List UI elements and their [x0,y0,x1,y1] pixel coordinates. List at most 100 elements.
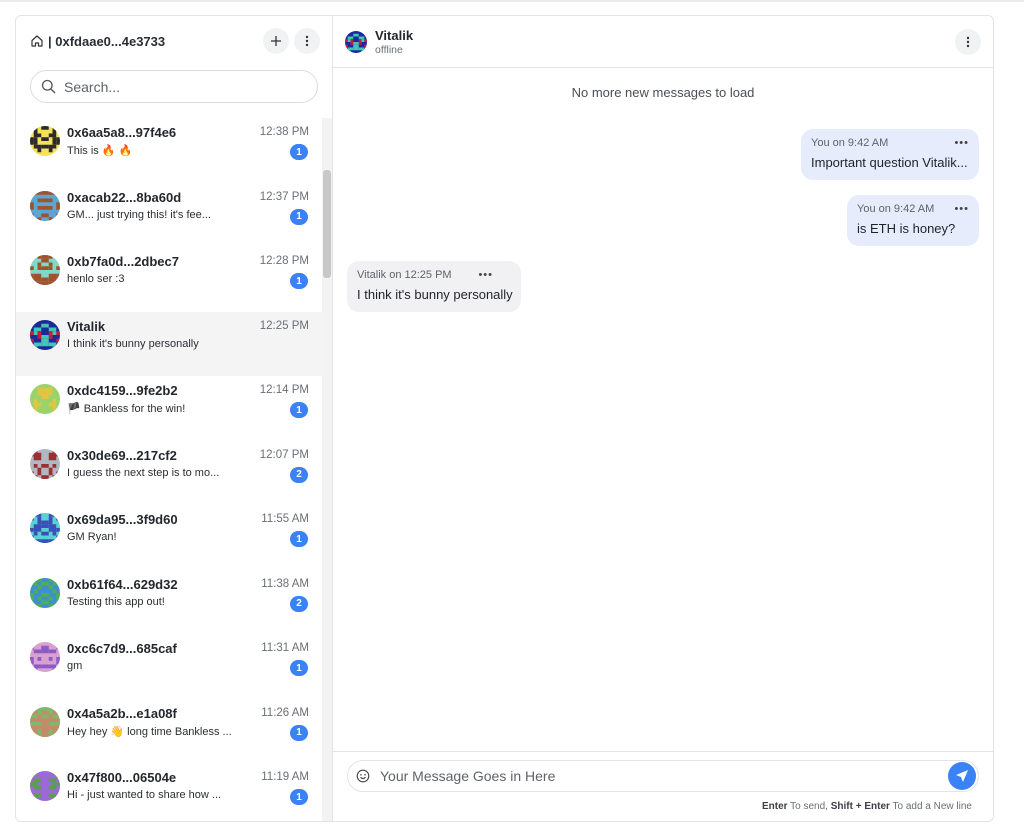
conversation-item[interactable]: 0x69da95...3f9d60 GM Ryan! 11:55 AM 1 [16,505,323,570]
unread-badge: 1 [290,273,308,289]
avatar [30,577,60,608]
conversation-time: 12:14 PM [259,384,309,396]
conversation-meta: 0xb61f64...629d32 Testing this app out! [67,577,249,608]
search-icon [41,79,56,94]
chat-contact-status: offline [375,43,403,56]
plus-icon [271,36,281,46]
send-button[interactable] [948,762,976,790]
avatar [345,30,367,53]
conversation-preview: henlo ser :3 [67,273,125,285]
conversation-status: 11:38 AM 2 [249,577,309,612]
conversation-item[interactable]: 0xc6c7d9...685caf gm 11:31 AM 1 [16,634,323,699]
message-options-icon[interactable]: ••• [954,137,969,149]
message-bubble: Vitalik on 12:25 PM ••• I think it's bun… [347,261,521,312]
chat-app: | 0xfdaae0...4e3733 0x6aa5a8...97f4e6 Thi… [15,15,994,822]
conversation-name: 0xdc4159...9fe2b2 [67,383,178,398]
message-sender: Vitalik on 12:25 PM [357,269,452,281]
message-input[interactable] [380,768,948,784]
conversation-name: 0xacab22...8ba60d [67,189,182,205]
conversation-status: 12:25 PM [249,319,309,332]
sidebar-menu-button[interactable] [294,28,320,54]
conversation-preview: Hey hey 👋 long time Bankless ... [67,725,232,738]
message-text: is ETH is honey? [857,221,956,236]
avatar [30,255,60,285]
conversation-item[interactable]: 0x4a5a2b...e1a08f Hey hey 👋 long time Ban… [16,699,323,764]
hint-newline: To add a New line [889,801,973,812]
conversation-meta: Vitalik I think it's bunny personally [67,319,249,350]
account-address: | 0xfdaae0...4e3733 [48,33,166,49]
avatar [30,706,60,737]
conversation-preview: Hi - just wanted to share how ... [67,789,222,801]
message-text: Important question Vitalik... [811,155,968,170]
conversation-name: 0x69da95...3f9d60 [67,512,178,527]
conversation-preview: Testing this app out! [67,595,165,608]
message-composer: Enter To send, Shift + Enter To add a Ne… [333,751,993,821]
conversation-meta: 0x47f800...06504e Hi - just wanted to sha… [67,770,249,801]
composer-hint: Enter To send, Shift + Enter To add a Ne… [762,801,972,812]
more-vertical-icon [305,35,309,47]
conversation-status: 12:07 PM 2 [249,448,309,483]
sidebar: | 0xfdaae0...4e3733 0x6aa5a8...97f4e6 Thi… [16,16,333,821]
unread-badge: 1 [290,531,308,547]
conversation-preview: I think it's bunny personally [67,337,199,350]
chat-title: Vitalik offline [375,28,950,56]
message-options-icon[interactable]: ••• [478,269,493,281]
hint-shift-enter-key: Shift + Enter [830,801,890,812]
conversation-preview: GM Ryan! [67,531,117,543]
conversation-time: 12:38 PM [259,126,309,138]
conversation-preview: This is 🔥 🔥 [67,145,133,157]
avatar [30,642,60,672]
unread-badge: 1 [290,144,308,160]
conversation-meta: 0x4a5a2b...e1a08f Hey hey 👋 long time Ban… [67,706,249,738]
new-conversation-button[interactable] [263,28,289,54]
avatar [30,126,60,156]
search-container [16,66,332,103]
conversation-item[interactable]: 0xacab22...8ba60d GM... just trying this!… [16,183,323,248]
conversation-time: 12:25 PM [259,319,309,332]
conversation-item[interactable]: 0x30de69...217cf2 I guess the next step i… [16,441,323,506]
conversation-item[interactable]: Vitalik I think it's bunny personally 12:2… [16,311,323,376]
conversation-time: 11:38 AM [261,577,309,590]
conversation-item[interactable]: 0x47f800...06504e Hi - just wanted to sha… [16,763,323,821]
avatar [30,448,60,479]
send-icon [956,770,968,782]
unread-badge: 1 [290,402,308,418]
conversation-meta: 0x6aa5a8...97f4e6 This is 🔥 🔥 [67,125,249,157]
conversation-status: 12:37 PM 1 [249,190,309,225]
account-title: | 0xfdaae0...4e3733 [30,34,258,49]
conversation-meta: 0x69da95...3f9d60 GM Ryan! [67,512,249,543]
conversation-preview: 🏴 Bankless for the win! [67,403,186,415]
conversation-meta: 0xdc4159...9fe2b2 🏴 Bankless for the win! [67,383,249,415]
conversation-preview: GM... just trying this! it's fee... [67,208,211,221]
conversation-item[interactable]: 0xdc4159...9fe2b2 🏴 Bankless for the win!… [16,376,323,441]
conversation-item[interactable]: 0xb61f64...629d32 Testing this app out! 11… [16,570,323,635]
conversation-time: 11:19 AM [261,771,309,783]
conversation-item[interactable]: 0xb7fa0d...2dbec7 henlo ser :3 12:28 PM 1 [16,247,323,312]
conversation-name: Vitalik [67,318,106,334]
conversation-time: 11:55 AM [261,513,309,525]
search-input[interactable] [64,78,294,95]
conversation-scrollbar[interactable] [322,118,332,821]
chat-panel: Vitalik offline No more new messages to … [333,16,993,821]
conversation-name: 0x47f800...06504e [67,770,177,785]
conversation-item[interactable]: 0x6aa5a8...97f4e6 This is 🔥 🔥 12:38 PM 1 [16,118,323,183]
conversation-time: 11:26 AM [261,706,309,719]
unread-badge: 1 [290,789,308,805]
conversation-meta: 0x30de69...217cf2 I guess the next step i… [67,448,249,479]
conversation-time: 11:31 AM [261,642,309,654]
scrollbar-thumb[interactable] [323,170,331,278]
chat-menu-button[interactable] [955,28,981,55]
avatar [30,319,60,350]
conversation-status: 11:26 AM 1 [249,706,309,741]
more-vertical-icon [966,36,970,47]
conversation-time: 12:28 PM [259,255,309,267]
emoji-icon[interactable] [356,769,370,783]
unread-badge: 1 [290,724,308,741]
message-options-icon[interactable]: ••• [954,203,969,215]
unread-badge: 2 [290,595,308,612]
conversation-list: 0x6aa5a8...97f4e6 This is 🔥 🔥 12:38 PM 1 0xa… [16,118,323,821]
conversation-preview: I guess the next step is to mo... [67,466,220,479]
avatar [30,190,60,221]
home-icon[interactable] [30,34,44,48]
hint-send: To send, [787,801,831,812]
